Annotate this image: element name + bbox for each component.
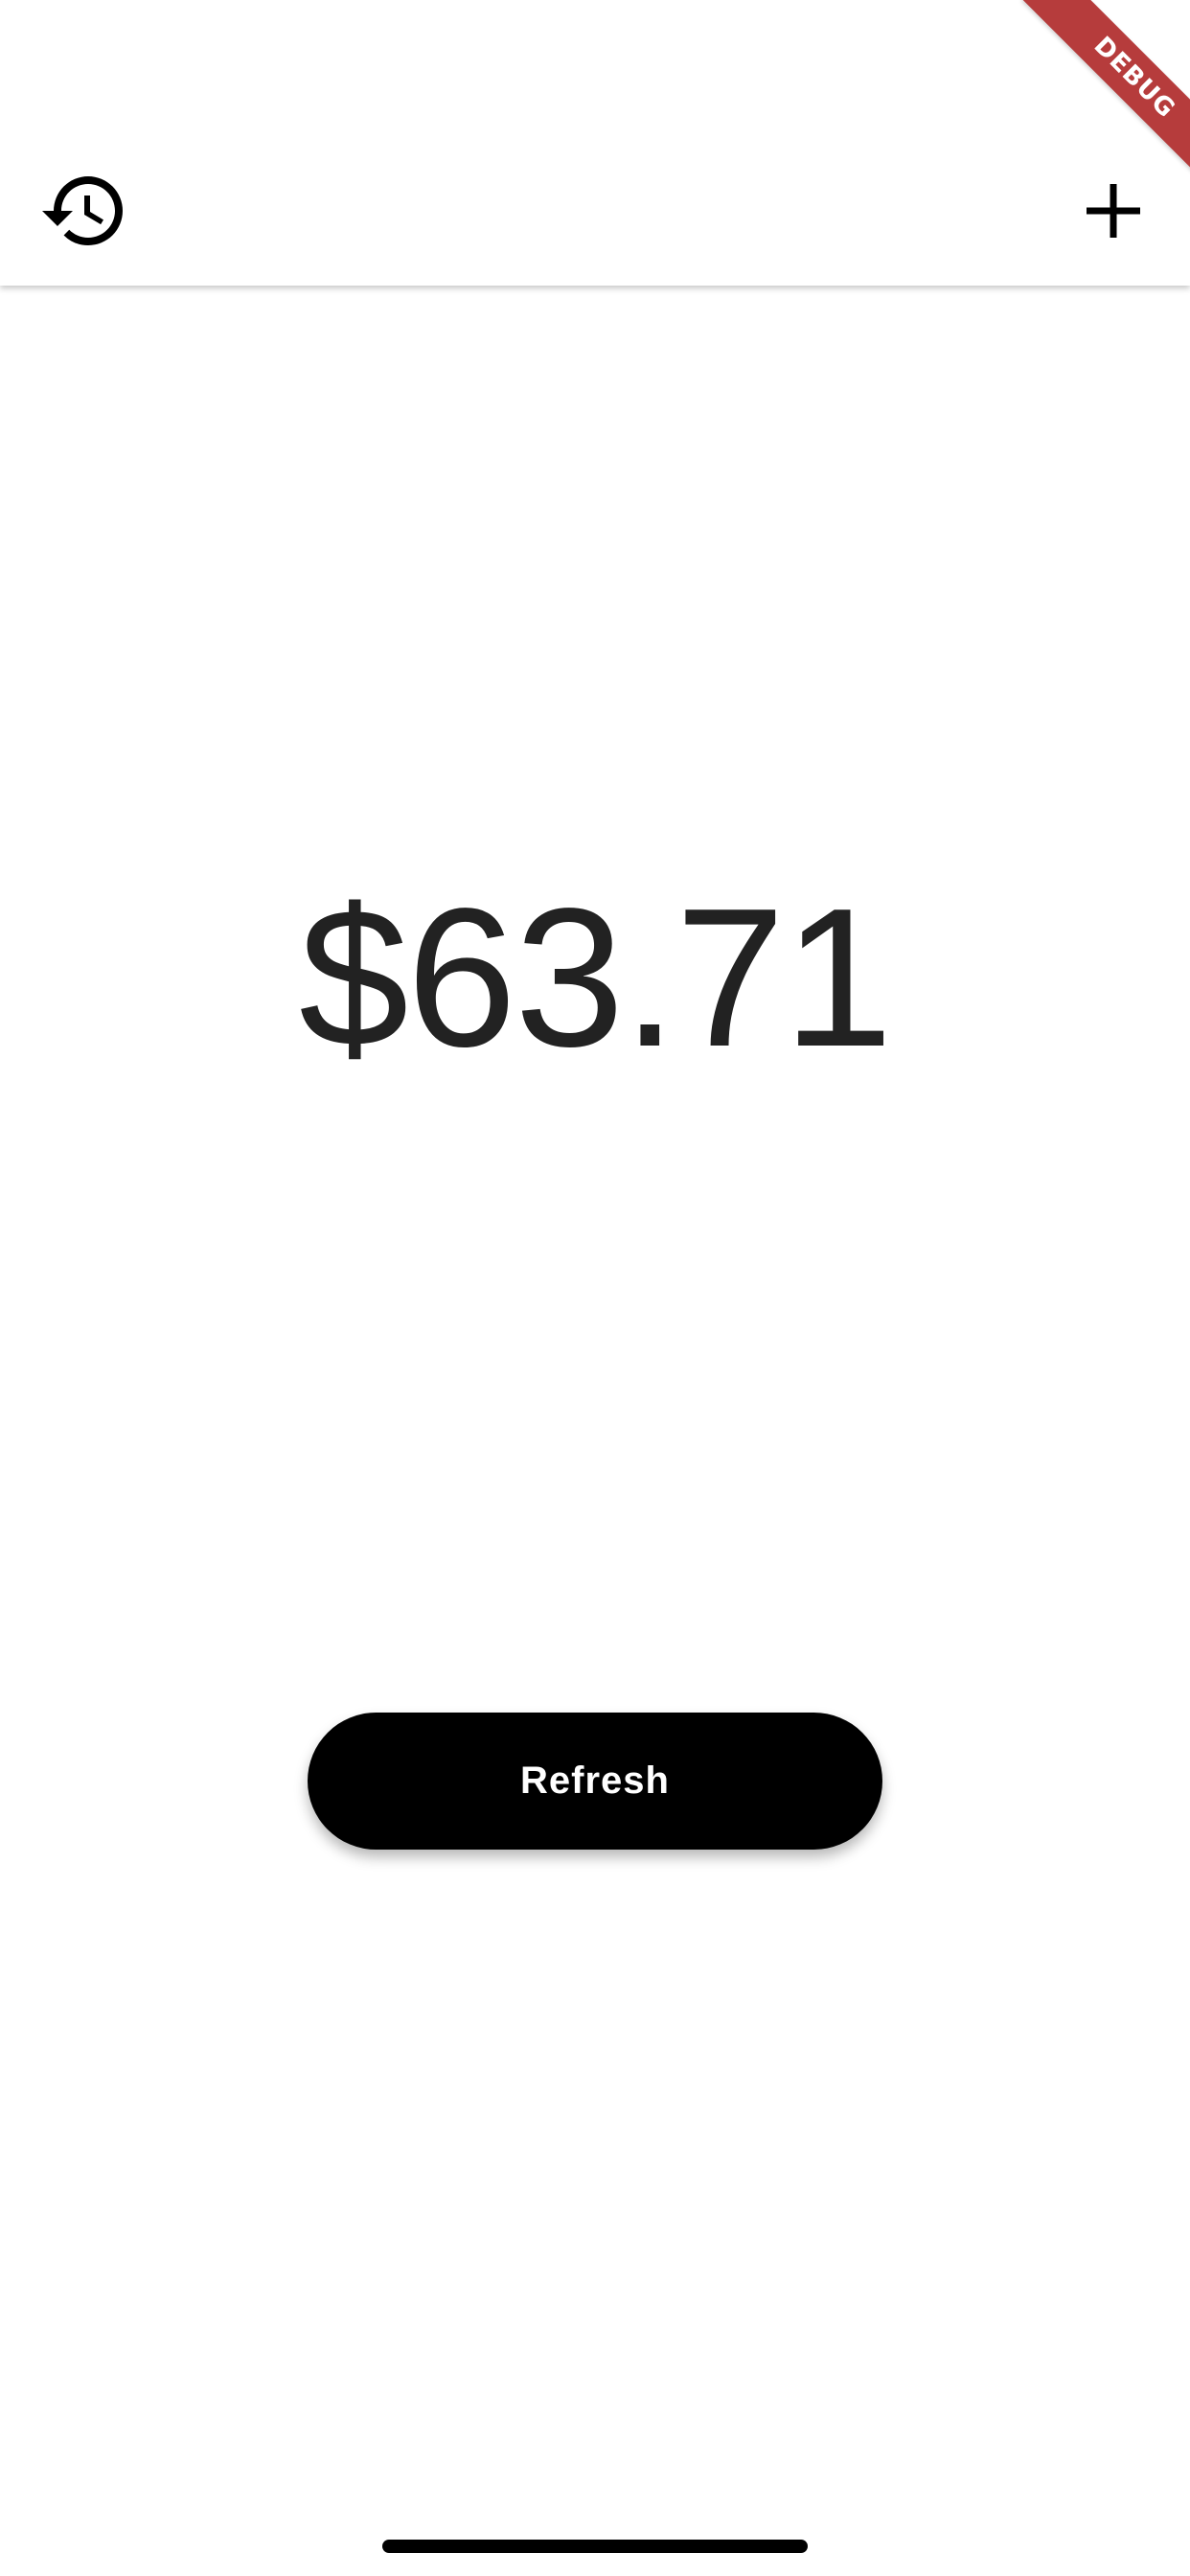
history-button[interactable] — [27, 153, 142, 268]
app-bar — [0, 0, 1190, 286]
refresh-button-label: Refresh — [520, 1760, 670, 1802]
add-button[interactable] — [1056, 153, 1171, 268]
plus-icon — [1073, 171, 1154, 251]
refresh-button[interactable]: Refresh — [308, 1713, 882, 1850]
home-indicator[interactable] — [382, 2540, 808, 2553]
history-icon — [38, 165, 130, 257]
price-display: $63.71 — [298, 867, 893, 1088]
app-screen: DEBUG $63.71 Refresh — [0, 0, 1190, 2576]
